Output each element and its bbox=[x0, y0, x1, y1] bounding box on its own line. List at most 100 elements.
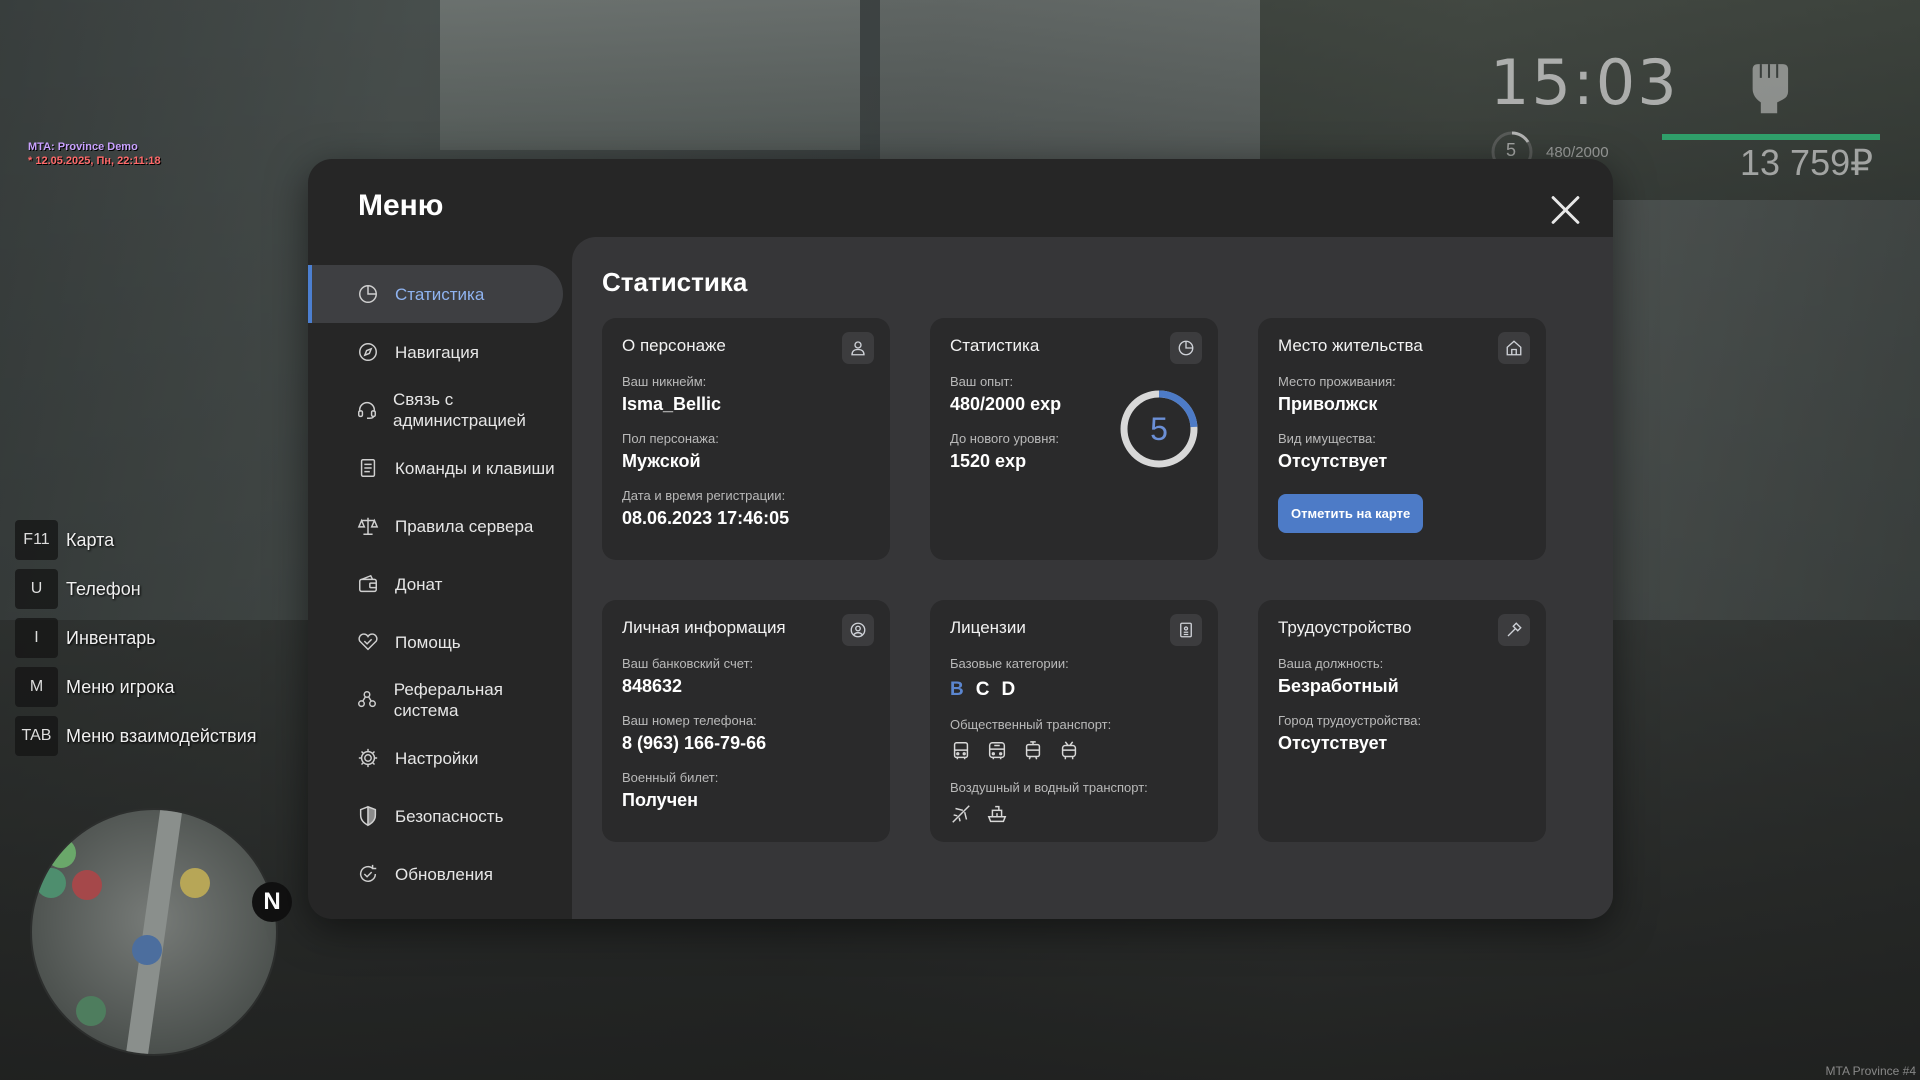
air-water-transport-icons bbox=[950, 803, 1198, 827]
nav-item-referral[interactable]: Реферальная система bbox=[308, 671, 563, 729]
background-building bbox=[440, 0, 860, 150]
wallet-icon bbox=[356, 572, 380, 596]
north-icon: N bbox=[252, 882, 292, 922]
field-label: Ваша должность: bbox=[1278, 656, 1384, 671]
minimap-blip-icon bbox=[36, 868, 66, 898]
nickname-value: Isma_Bellic bbox=[622, 394, 722, 414]
pie-chart-icon bbox=[1170, 332, 1202, 364]
nav-item-updates[interactable]: Обновления bbox=[308, 845, 563, 903]
hotkey-key: F11 bbox=[15, 520, 58, 560]
minimap-blip-icon bbox=[72, 870, 102, 900]
compass-icon bbox=[356, 340, 380, 364]
nav-label: Команды и клавиши bbox=[395, 458, 555, 478]
nav-label: Реферальная система bbox=[393, 680, 503, 720]
nav-label: Статистика bbox=[395, 284, 485, 304]
field-label: Дата и время регистрации: bbox=[622, 488, 786, 503]
hotkey-map: F11 Карта bbox=[15, 520, 257, 560]
nav-item-commands[interactable]: Команды и клавиши bbox=[308, 439, 563, 497]
nav-item-security[interactable]: Безопасность bbox=[308, 787, 563, 845]
field-label: Город трудоустройства: bbox=[1278, 713, 1422, 728]
field-label: Пол персонажа: bbox=[622, 431, 719, 446]
hotkey-key: TAB bbox=[15, 716, 58, 756]
minimap bbox=[30, 808, 278, 1056]
headset-icon bbox=[356, 398, 378, 422]
card-licenses: Лицензии Базовые категории: B C D Общест… bbox=[930, 600, 1218, 842]
residence-place-value: Приволжск bbox=[1278, 394, 1378, 414]
nav-item-navigation[interactable]: Навигация bbox=[308, 323, 563, 381]
card-title: О персонаже bbox=[622, 336, 726, 355]
hotkey-interaction-menu: TAB Меню взаимодействия bbox=[15, 716, 257, 756]
minimap-blip-icon bbox=[180, 868, 210, 898]
hotkey-list: F11 Карта U Телефон I Инвентарь M Меню игрок… bbox=[15, 520, 257, 765]
hotkey-key: I bbox=[15, 618, 58, 658]
boat-icon bbox=[986, 803, 1010, 827]
trolleybus-icon bbox=[1058, 740, 1082, 764]
field-label: Вид имущества: bbox=[1278, 431, 1376, 446]
hotkey-label: Карта bbox=[66, 529, 115, 550]
nav-item-statistics[interactable]: Статистика bbox=[308, 265, 563, 323]
hotkey-phone: U Телефон bbox=[15, 569, 257, 609]
bus-icon bbox=[950, 740, 974, 764]
house-icon bbox=[1498, 332, 1530, 364]
fist-icon bbox=[1752, 64, 1789, 114]
player-marker-icon bbox=[132, 935, 162, 965]
hud-money: 13 759₽ bbox=[1740, 142, 1874, 183]
field-label: Место проживания: bbox=[1278, 374, 1396, 389]
server-name: MTA: Province Demo bbox=[28, 141, 138, 153]
level-value: 5 bbox=[1150, 410, 1168, 447]
nav-label: Правила сервера bbox=[395, 516, 534, 536]
minimap-blip-icon bbox=[76, 996, 106, 1026]
list-icon bbox=[356, 456, 380, 480]
hotkey-player-menu: M Меню игрока bbox=[15, 667, 257, 707]
property-value: Отсутствует bbox=[1278, 451, 1388, 471]
coach-icon bbox=[986, 740, 1010, 764]
nav-item-settings[interactable]: Настройки bbox=[308, 729, 563, 787]
license-category-d: D bbox=[1001, 679, 1016, 700]
public-transport-icons bbox=[950, 740, 1198, 764]
card-title: Место жительства bbox=[1278, 336, 1423, 355]
airplane-icon bbox=[950, 803, 974, 827]
nav-item-help[interactable]: Помощь bbox=[308, 613, 563, 671]
hotkey-key: U bbox=[15, 569, 58, 609]
gear-icon bbox=[356, 746, 380, 770]
nav-item-donate[interactable]: Донат bbox=[308, 555, 563, 613]
nav-item-rules[interactable]: Правила сервера bbox=[308, 497, 563, 555]
hotkey-label: Телефон bbox=[66, 578, 141, 599]
field-label: Военный билет: bbox=[622, 770, 719, 785]
nav-label: Настройки bbox=[395, 748, 479, 768]
shield-icon bbox=[356, 804, 380, 828]
section-title: Статистика bbox=[602, 267, 748, 297]
bank-account-value: 848632 bbox=[622, 676, 683, 696]
menu-sidebar: Статистика Навигация Связь с администрац… bbox=[308, 265, 563, 903]
field-label: Ваш банковский счет: bbox=[622, 656, 754, 671]
server-info: MTA: Province Demo * 12.05.2025, Пн, 22:… bbox=[28, 140, 161, 168]
card-title: Трудоустройство bbox=[1278, 618, 1412, 637]
hud-clock: 15:03 bbox=[1490, 46, 1679, 119]
hotkey-label: Меню игрока bbox=[66, 676, 175, 697]
nav-label: Донат bbox=[395, 574, 443, 594]
user-icon bbox=[842, 332, 874, 364]
content-panel: Статистика О персонаже Ваш никнейм: Isma… bbox=[572, 237, 1613, 919]
military-id-value: Получен bbox=[622, 790, 699, 810]
card-about-character: О персонаже Ваш никнейм: Isma_Bellic Пол… bbox=[602, 318, 890, 560]
hud-health-bar bbox=[1662, 134, 1880, 140]
close-icon[interactable] bbox=[1548, 193, 1582, 227]
tram-icon bbox=[1022, 740, 1046, 764]
nav-label: Обновления bbox=[395, 864, 493, 884]
card-employment: Трудоустройство Ваша должность: Безработ… bbox=[1258, 600, 1546, 842]
nav-label: Помощь bbox=[395, 632, 461, 652]
license-categories: B C D bbox=[950, 679, 1198, 701]
nav-label: Безопасность bbox=[395, 806, 504, 826]
license-category-c: C bbox=[975, 679, 990, 700]
background-building bbox=[880, 0, 1260, 170]
menu-title: Меню bbox=[358, 189, 444, 222]
nav-item-admin-contact[interactable]: Связь с администрацией bbox=[308, 381, 563, 439]
people-icon bbox=[356, 688, 379, 712]
field-label: Базовые категории: bbox=[950, 656, 1069, 671]
hud-level: 5 bbox=[1506, 140, 1517, 160]
hotkey-label: Меню взаимодействия bbox=[66, 725, 257, 746]
handshake-icon bbox=[356, 630, 380, 654]
minimap-blip-icon bbox=[46, 838, 76, 868]
mark-on-map-button[interactable]: Отметить на карте bbox=[1278, 494, 1424, 533]
hotkey-key: M bbox=[15, 667, 58, 707]
